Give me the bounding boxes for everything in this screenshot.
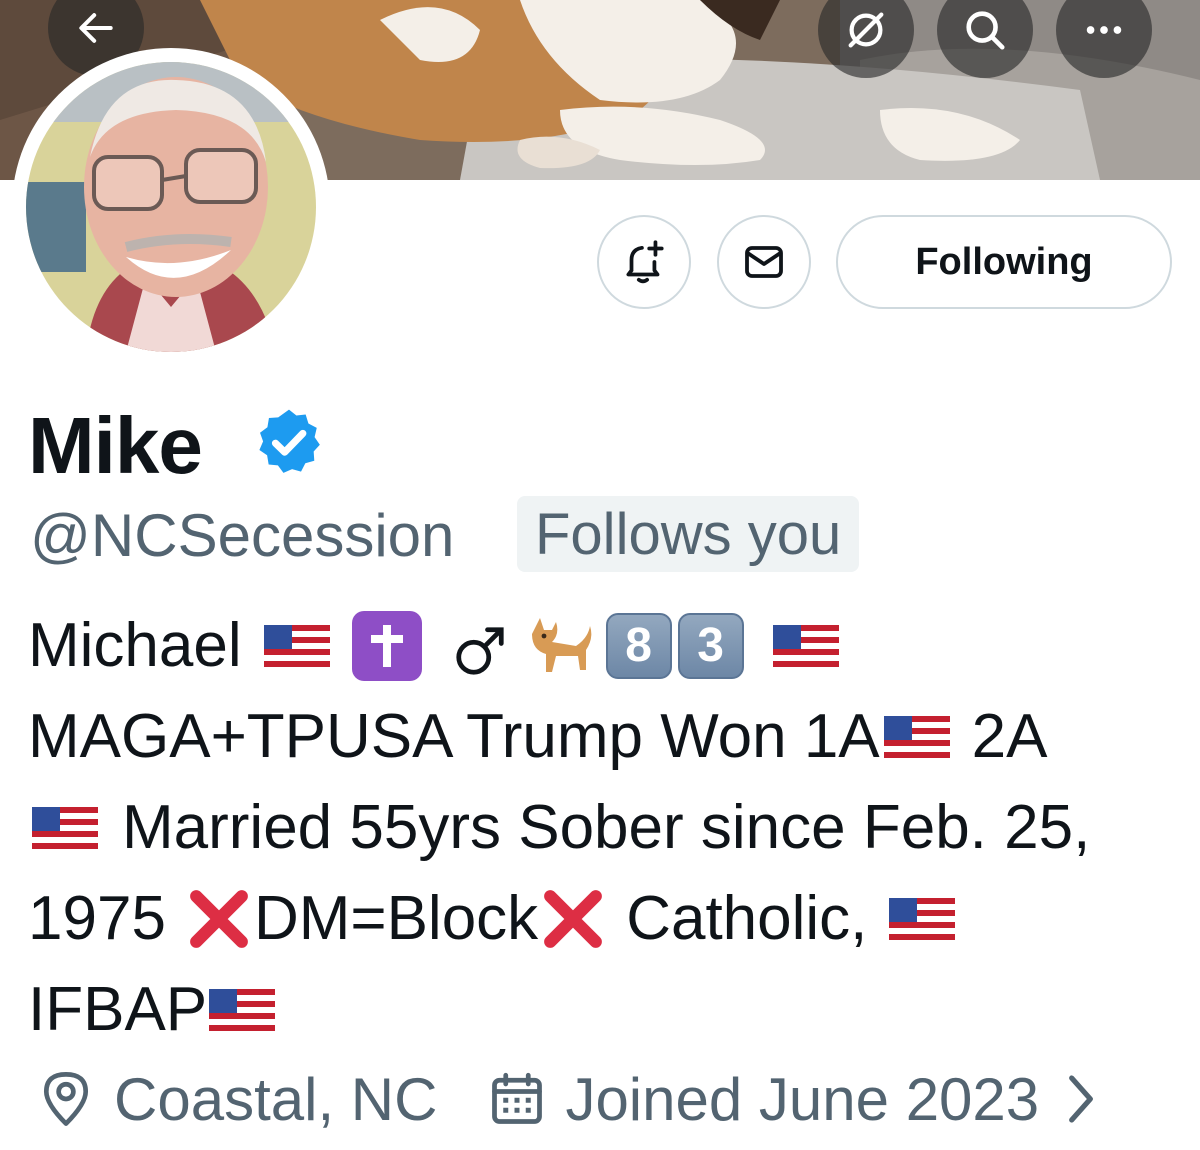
bio-name-text: Michael: [28, 611, 242, 680]
profile-handle: @NCSecession: [30, 502, 455, 569]
profile-bio: Michael 8 3 MAGA+TPUSA Trump Won 1A 2A M…: [28, 600, 1188, 1055]
latin-cross-icon: [351, 610, 422, 681]
follows-you-badge: Follows you: [517, 496, 860, 572]
bio-text: IFBAP: [28, 975, 208, 1044]
search-icon: [966, 11, 1005, 50]
bio-line: Married 55yrs Sober since Feb. 25,: [28, 782, 1188, 873]
bio-line: 1975 DM=Block Catholic,: [28, 873, 1188, 964]
us-flag-icon: [889, 897, 956, 940]
chevron-right-icon[interactable]: [1061, 1071, 1101, 1127]
location-text: Coastal, NC: [114, 1065, 438, 1133]
bio-line: IFBAP: [28, 964, 1188, 1055]
keycap-3: 3: [677, 612, 744, 679]
bio-text: 2A: [971, 702, 1048, 771]
location-pin-icon: [43, 1072, 89, 1126]
message-button[interactable]: [717, 215, 811, 309]
location-item: Coastal, NC: [36, 1065, 437, 1134]
profile-meta: Coastal, NC Joined June 2023: [36, 1062, 1101, 1136]
dog-icon: [531, 617, 591, 672]
profile-avatar[interactable]: [12, 48, 330, 366]
bell-plus-icon: [626, 240, 664, 284]
calendar-icon: [492, 1072, 543, 1124]
notifications-button[interactable]: [597, 215, 691, 309]
bio-text: 1975: [28, 884, 166, 953]
us-flag-icon: [32, 806, 98, 849]
more-horizontal-icon: [1086, 26, 1122, 34]
bio-line: MAGA+TPUSA Trump Won 1A 2A: [28, 691, 1188, 782]
bio-text: DM=Block: [253, 884, 539, 953]
bio-text: Married 55yrs Sober since Feb. 25,: [122, 793, 1091, 862]
bio-line: Michael 8 3: [28, 600, 1188, 691]
joined-text: Joined June 2023: [565, 1065, 1040, 1133]
verified-badge-icon[interactable]: [252, 405, 326, 479]
keycap-8: 8: [605, 612, 672, 679]
bio-text: MAGA+TPUSA Trump Won 1A: [28, 702, 880, 771]
slash-circle-icon: [848, 12, 884, 48]
arrow-left-icon: [79, 13, 113, 43]
following-button[interactable]: Following: [836, 215, 1172, 309]
bio-text: Catholic,: [626, 884, 868, 953]
display-name: Mike: [28, 401, 203, 490]
male-sign-icon: [456, 626, 504, 675]
cross-mark-icon: [544, 889, 603, 948]
avatar-photo: [26, 62, 316, 352]
joined-item[interactable]: Joined June 2023: [487, 1065, 1101, 1134]
following-label: Following: [915, 240, 1093, 283]
envelope-icon: [745, 246, 783, 278]
us-flag-icon: [209, 988, 276, 1031]
us-flag-icon: [772, 624, 839, 667]
us-flag-icon: [883, 715, 950, 758]
cross-mark-icon: [190, 889, 248, 948]
us-flag-icon: [263, 624, 330, 667]
